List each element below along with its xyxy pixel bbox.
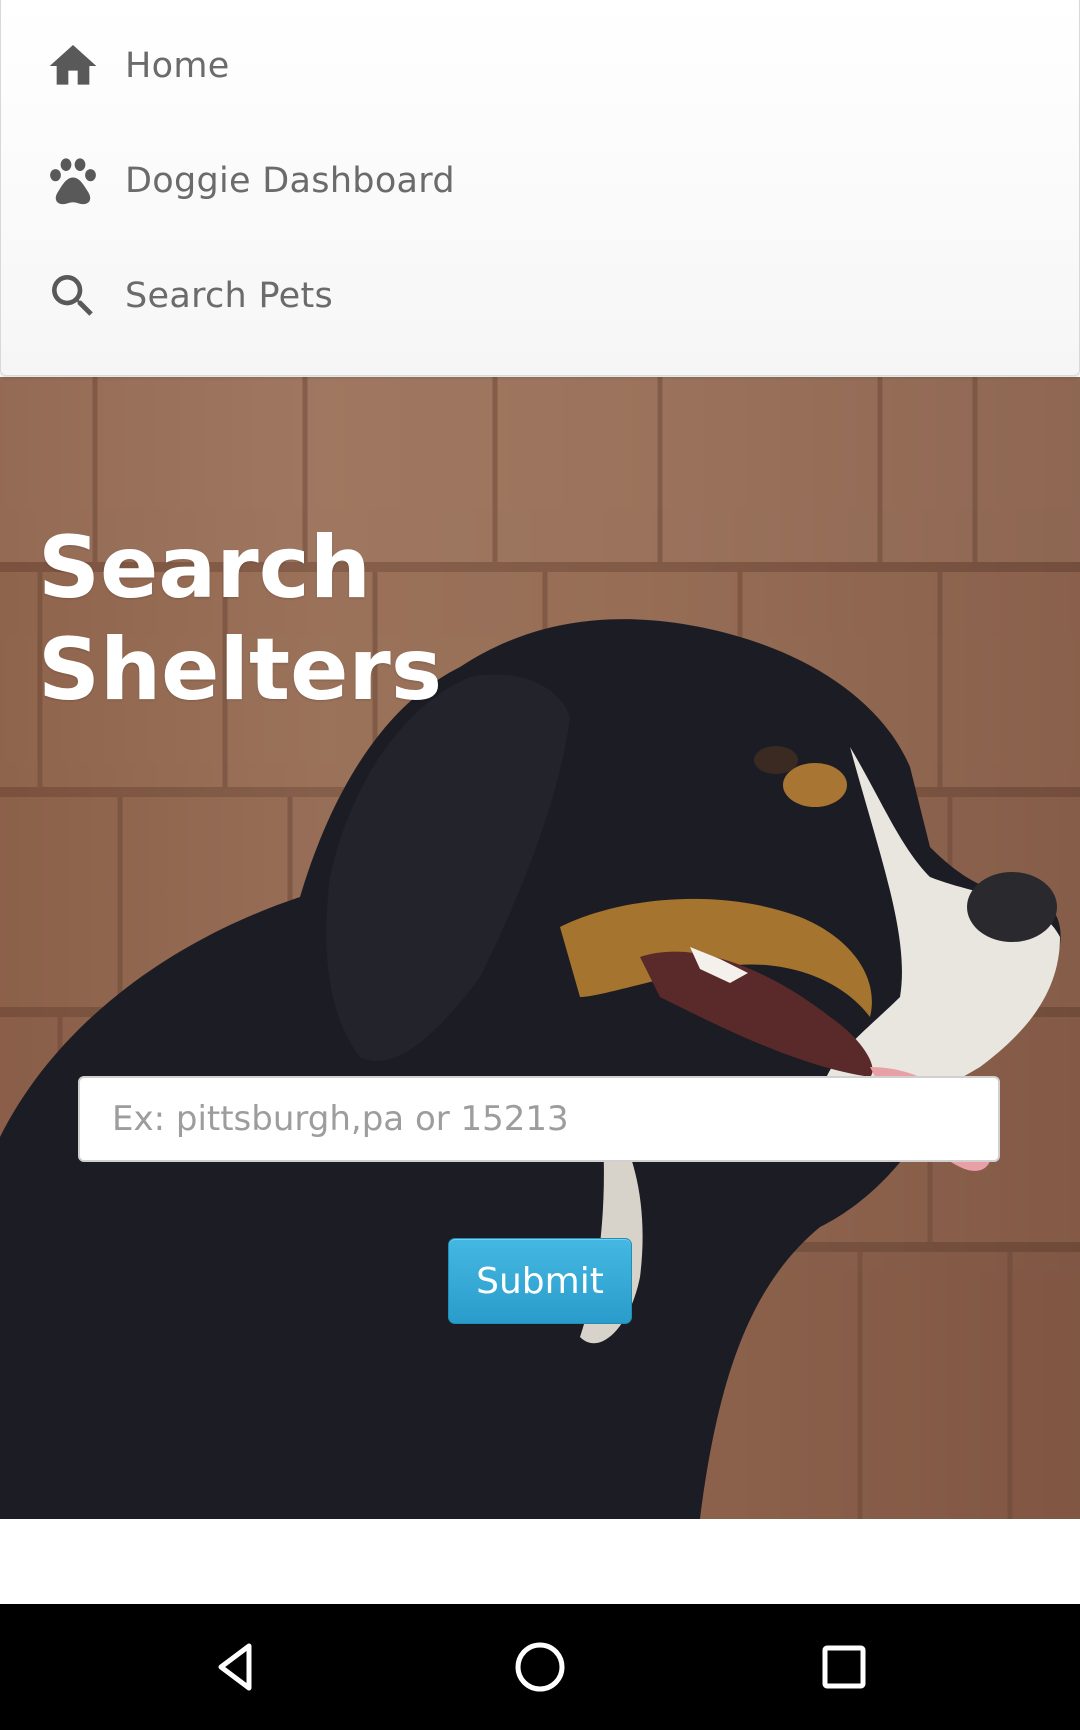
paw-icon (45, 153, 101, 209)
nav-item-home[interactable]: Home (1, 8, 1079, 123)
home-icon (45, 38, 101, 94)
location-search-input[interactable] (78, 1076, 1000, 1162)
hero-section: Search Shelters Submit (0, 377, 1080, 1519)
submit-button[interactable]: Submit (448, 1238, 632, 1324)
nav-item-label: Home (125, 45, 230, 86)
search-icon (45, 268, 101, 324)
recents-icon[interactable] (811, 1634, 877, 1700)
back-icon[interactable] (203, 1634, 269, 1700)
page-title: Search Shelters (38, 518, 443, 720)
nav-item-label: Doggie Dashboard (125, 160, 455, 201)
system-navigation-bar (0, 1604, 1080, 1730)
nav-item-doggie-dashboard[interactable]: Doggie Dashboard (1, 123, 1079, 238)
nav-item-label: Search Pets (125, 275, 334, 316)
home-circle-icon[interactable] (507, 1634, 573, 1700)
nav-item-search-pets[interactable]: Search Pets (1, 238, 1079, 353)
nav-menu: Home Doggie Dashboard Search Pets (0, 0, 1080, 376)
